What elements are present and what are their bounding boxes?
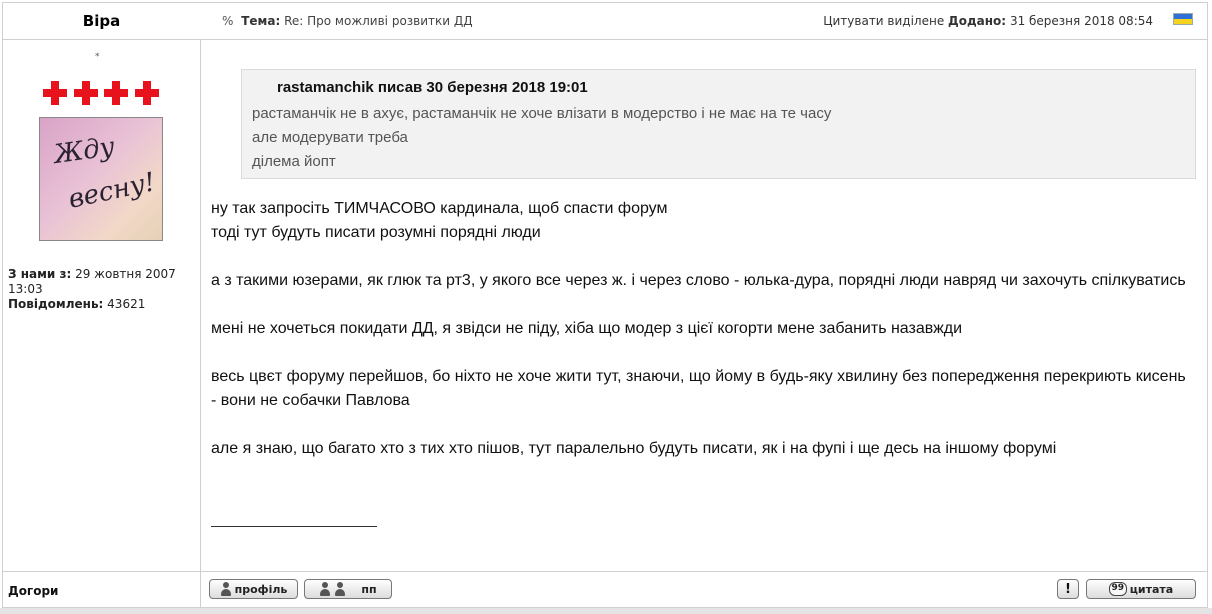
topic-title: % Тема: Re: Про можливі розвитки ДД [222,14,473,28]
topic-label: Тема: [241,14,281,28]
posts-row: Повідомлень: 43621 [8,297,196,312]
page-bottom-strip [0,608,1212,614]
pm-button[interactable]: пп [304,579,392,599]
red-cross-icon [134,80,159,105]
report-button-label: ! [1065,581,1071,597]
message-paragraph: ну так запросіть ТИМЧАСОВО кардинала, що… [211,200,668,241]
post-footer: Догори профіль пп ! 99 цитата [3,571,1207,608]
red-cross-icon [73,80,98,105]
joined-row: З нами з: 29 жовтня 2007 13:03 [8,267,196,297]
author-info: З нами з: 29 жовтня 2007 13:03 Повідомле… [8,267,196,312]
profile-button[interactable]: профіль [209,579,298,599]
report-button[interactable]: ! [1057,579,1079,599]
author-panel: * Жду весну! З нами з: 29 жовтня 2007 13… [3,40,200,571]
author-name[interactable]: Віра [3,3,200,39]
added-date: 31 березня 2018 08:54 [1009,14,1153,28]
speech-bubble-icon: 99 [1108,582,1127,596]
posts-label: Повідомлень: [8,297,104,311]
person-icon [220,582,232,596]
signature-divider [211,526,377,527]
forum-post: Віра % Тема: Re: Про можливі розвитки ДД… [2,2,1208,608]
avatar-text-line1: Жду [52,131,117,171]
quote-line: растаманчік не в ахує, растаманчік не хо… [252,105,832,122]
quote-line: ділема йопт [252,153,336,170]
message-body: ну так запросіть ТИМЧАСОВО кардинала, що… [211,197,1191,485]
message-paragraph: мені не хочеться покидати ДД, я звідси н… [211,320,963,337]
quote-selected-link[interactable]: Цитувати виділене [823,14,944,28]
avatar: Жду весну! [39,117,163,241]
persons-icon [319,582,331,596]
quote-block: rastamanchik писав 30 березня 2018 19:01… [241,69,1196,179]
message-paragraph: але я знаю, що багато хто з тих хто пішо… [211,440,1057,457]
quote-button-label: цитата [1129,582,1174,596]
quote-header: rastamanchik писав 30 березня 2018 19:01 [277,79,588,96]
post-content: rastamanchik писав 30 березня 2018 19:01… [201,40,1207,571]
link-icon[interactable]: % [222,14,233,28]
persons-icon [334,582,346,596]
avatar-text-line2: весну! [65,167,158,215]
post-header: Віра % Тема: Re: Про можливі розвитки ДД… [3,3,1207,40]
rank-crosses-icon [40,77,162,108]
topic-value[interactable]: Re: Про можливі розвитки ДД [284,14,473,28]
profile-button-label: профіль [234,582,288,596]
message-paragraph: а з такими юзерами, як глюк та рт3, у як… [211,272,1186,289]
quote-button[interactable]: 99 цитата [1086,579,1196,599]
quote-line: але модерувати треба [252,129,408,146]
added-label: Додано: [948,14,1007,28]
posts-value: 43621 [107,297,146,311]
back-to-top-link[interactable]: Догори [8,584,58,598]
joined-label: З нами з: [8,267,72,281]
rank-symbol: * [95,52,100,62]
red-cross-icon [43,80,68,105]
ukraine-flag-icon [1173,13,1193,25]
red-cross-icon [104,80,129,105]
pm-button-label: пп [361,582,377,596]
post-meta: Цитувати виділене Додано: 31 березня 201… [823,14,1153,28]
message-paragraph: весь цвєт форуму перейшов, бо ніхто не х… [211,368,1186,409]
